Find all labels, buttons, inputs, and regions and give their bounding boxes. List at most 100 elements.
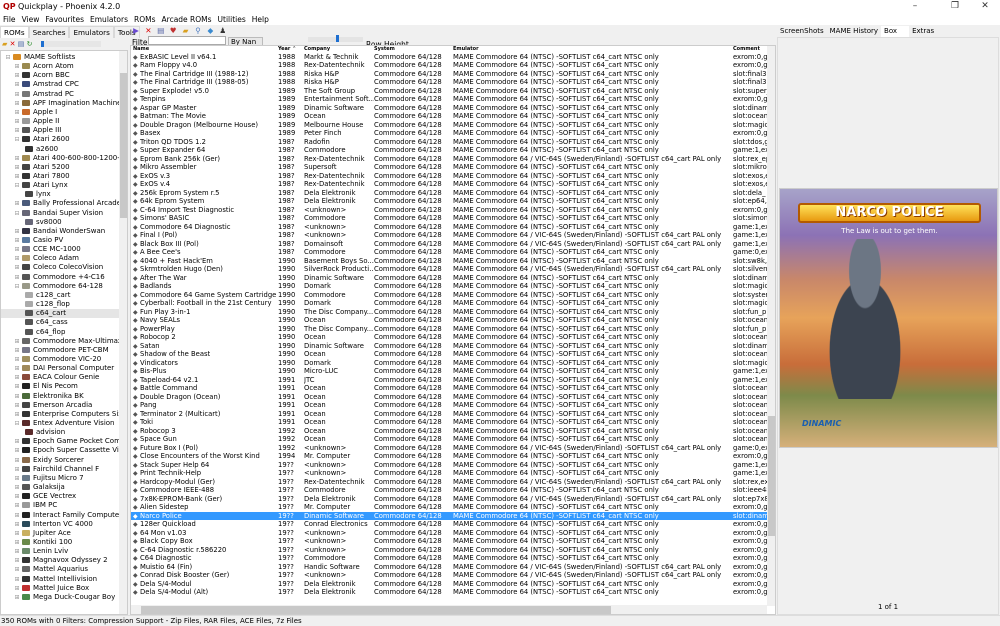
tree-item[interactable]: ⊞ Amstrad CPC [1, 80, 119, 89]
menu-help[interactable]: Help [252, 14, 269, 25]
tree-item[interactable]: sv8000 [1, 218, 119, 227]
tree-item[interactable]: ⊞ Lenin Lviv [1, 547, 119, 556]
column-header-emulator[interactable]: Emulator [453, 46, 731, 52]
table-row[interactable]: ◆ ExOS v.3 198? Rex-Datentechnik Commodore 6… [131, 172, 767, 181]
tree-item[interactable]: ⊞ Jupiter Ace [1, 529, 119, 538]
collapse-icon[interactable]: ⊟ [14, 181, 20, 190]
tree-item[interactable]: ⊞ Enterprise Computers Sixt... [1, 410, 127, 419]
expand-icon[interactable]: ⊞ [14, 520, 20, 529]
table-row[interactable]: ◆ Super Expander 64 198? Commodore Commodore… [131, 146, 767, 155]
expand-icon[interactable]: ⊞ [14, 556, 20, 565]
menu-view[interactable]: View [22, 14, 40, 25]
expand-icon[interactable]: ⊞ [14, 263, 20, 272]
table-row[interactable]: ◆ 128er Quickload 19?? Conrad Electronics Co… [131, 520, 767, 529]
table-row[interactable]: ◆ Narco Police 19?? Dinamic Software Commodo… [131, 511, 767, 520]
tree-item[interactable]: ⊞ DAI Personal Computer [1, 364, 119, 373]
expand-icon[interactable]: ⊞ [14, 483, 20, 492]
tree-item[interactable]: ⊞ Interton VC 4000 [1, 520, 119, 529]
expand-icon[interactable]: ⊞ [14, 401, 20, 410]
table-row[interactable]: ◆ Ram Floppy v4.0 1988 Rex-Datentechnik Comm… [131, 61, 767, 70]
table-row[interactable]: ◆ Future Box I (Pol) 1992 <unknown> Commodor… [131, 444, 767, 453]
rom-tree[interactable]: ⊞ Mega Duck-Cougar Boy ⊞ Mattel Juice Box ⊞ M… [0, 50, 128, 615]
tab-mame-history[interactable]: MAME History [826, 26, 882, 37]
table-row[interactable]: ◆ Commodore IEEE-488 19?? Commodore Commodor… [131, 486, 767, 495]
tree-item[interactable]: lynx [1, 190, 119, 199]
table-row[interactable]: ◆ Commodore 64 Game System Cartridge 1990 C… [131, 291, 767, 300]
table-row[interactable]: ◆ Hardcopy-Modul (Ger) 19?? Rex-Datentechni… [131, 478, 767, 487]
tree-item[interactable]: ⊞ IBM PC [1, 501, 119, 510]
tree-item[interactable]: ⊞ Apple III [1, 126, 119, 135]
expand-icon[interactable]: ⊞ [14, 172, 20, 181]
tree-item[interactable]: ⊞ Mattel Intellivision [1, 575, 119, 584]
tab-searches[interactable]: Searches [28, 26, 70, 38]
tree-item[interactable]: ⊞ Epoch Super Cassette Visi... [1, 446, 127, 455]
table-row[interactable]: ◆ Pang 1991 Ocean Commodore 64/128 MAME Commo… [131, 401, 767, 410]
open-folder-icon[interactable]: ▰ [181, 26, 191, 35]
table-row[interactable]: ◆ Toki 1991 Ocean Commodore 64/128 MAME Commo… [131, 418, 767, 427]
table-row[interactable]: ◆ Print Technik-Help 19?? <unknown> Commodor… [131, 469, 767, 478]
expand-icon[interactable]: ⊞ [14, 501, 20, 510]
tree-item[interactable]: a2600 [1, 145, 119, 154]
tree-item[interactable]: ⊞ Acorn Atom [1, 62, 119, 71]
folder-icon[interactable]: ▰ [2, 40, 7, 48]
column-header-year[interactable]: Year ⌃ [278, 46, 304, 52]
tree-item[interactable]: ⊞ Galaksija [1, 483, 119, 492]
table-row[interactable]: ◆ Robocop 2 1990 Ocean Commodore 64/128 MAME … [131, 333, 767, 342]
expand-icon[interactable]: ⊞ [14, 346, 20, 355]
table-row[interactable]: ◆ 256k Eprom System r.5 198? Dela Elektroni… [131, 189, 767, 198]
expand-icon[interactable]: ⊞ [14, 492, 20, 501]
close-button[interactable]: ✕ [970, 1, 1000, 13]
table-row[interactable]: ◆ A Bee Cee's 198? Commodore Commodore 64/12… [131, 248, 767, 257]
table-vscroll-thumb[interactable] [768, 416, 775, 536]
expand-icon[interactable]: ⊞ [14, 474, 20, 483]
tree-item[interactable]: ⊞ Kontiki 100 [1, 538, 119, 547]
table-row[interactable]: ◆ Robocop 3 1992 Ocean Commodore 64/128 MAME … [131, 427, 767, 436]
table-row[interactable]: ◆ Tapeload-64 v2.1 1991 JTC Commodore 64/128… [131, 376, 767, 385]
collapse-icon[interactable]: ⊟ [14, 209, 20, 218]
tree-item[interactable]: ⊞ Commodore Max-Ultimax [1, 337, 122, 346]
tree-item[interactable]: ⊞ CCE MC-1000 [1, 245, 119, 254]
expand-icon[interactable]: ⊞ [14, 236, 20, 245]
tree-item[interactable]: ⊞ Apple I [1, 108, 119, 117]
expand-icon[interactable]: ⊞ [14, 529, 20, 538]
tree-item[interactable]: ⊟ Bandai Super Vision [1, 209, 119, 218]
table-row[interactable]: ◆ Muistio 64 (Fin) 19?? Handic Software Comm… [131, 563, 767, 572]
table-row[interactable]: ◆ Double Dragon (Ocean) 1991 Ocean Commodore… [131, 393, 767, 402]
table-row[interactable]: ◆ Vindicators 1990 Domark Commodore 64/128 MA… [131, 359, 767, 368]
tree-item[interactable]: ⊞ Exidy Sorcerer [1, 456, 119, 465]
table-row[interactable]: ◆ Conrad Disk Booster (Ger) 19?? <unknown> C… [131, 571, 767, 580]
tree-item[interactable]: ⊞ Fujitsu Micro 7 [1, 474, 119, 483]
tree-item[interactable]: ⊟ MAME Softlists [1, 53, 119, 62]
table-row[interactable]: ◆ Final I (Pol) 198? <unknown> Commodore 64/… [131, 231, 767, 240]
table-row[interactable]: ◆ Satan 1990 Dinamic Software Commodore 64/1… [131, 342, 767, 351]
tree-item[interactable]: ⊟ Atari Lynx [1, 181, 119, 190]
table-row[interactable]: ◆ Fun Play 3-in-1 1990 The Disc Company... C… [131, 308, 767, 317]
tree-item[interactable]: ⊞ Epoch Game Pocket Com... [1, 437, 127, 446]
table-row[interactable]: ◆ Batman: The Movie 1989 Ocean Commodore 64/… [131, 112, 767, 121]
table-row[interactable]: ◆ Triton QD TDOS 1.2 198? Radofin Commodore … [131, 138, 767, 147]
table-row[interactable]: ◆ Commodore 64 Diagnostic 198? <unknown> Com… [131, 223, 767, 232]
table-row[interactable]: ◆ Skrmtrolden Hugo (Den) 1990 SilverRock Pr… [131, 265, 767, 274]
table-row[interactable]: ◆ ExBASIC Level II v64.1 1988 Markt & Techn… [131, 53, 767, 62]
tree-item[interactable]: ⊞ El Nis Pecom [1, 382, 119, 391]
tree-item[interactable]: ⊞ Bally Professional Arcade [1, 199, 121, 208]
table-row[interactable]: ◆ 64k Eprom System 198? Dela Elektronik Comm… [131, 197, 767, 206]
tree-item[interactable]: c128_cart [1, 291, 119, 300]
tab-box[interactable]: Box [881, 26, 910, 37]
table-row[interactable]: ◆ ExOS v.4 198? Rex-Datentechnik Commodore 6… [131, 180, 767, 189]
tree-item[interactable]: ⊞ Coleco Adam [1, 254, 119, 263]
expand-icon[interactable]: ⊞ [14, 80, 20, 89]
expand-icon[interactable]: ⊞ [14, 227, 20, 236]
expand-icon[interactable]: ⊞ [14, 254, 20, 263]
table-row[interactable]: ◆ C-64 Import Test Diagnostic 198? <unknown… [131, 206, 767, 215]
tab-extras[interactable]: Extras [909, 26, 938, 37]
menu-utilities[interactable]: Utilities [218, 14, 246, 25]
tree-item[interactable]: ⊞ Acorn BBC [1, 71, 119, 80]
expand-icon[interactable]: ⊞ [14, 382, 20, 391]
tree-item[interactable]: ⊞ Bandai WonderSwan [1, 227, 119, 236]
table-row[interactable]: ◆ 7x8K-EPROM-Bank (Ger) 19?? Dela Elektroni… [131, 495, 767, 504]
menu-arcade-roms[interactable]: Arcade ROMs [162, 14, 212, 25]
tree-item[interactable]: ⊟ Commodore 64-128 [1, 282, 119, 291]
table-row[interactable]: ◆ Super Explode! v5.0 1989 The Soft Group Co… [131, 87, 767, 96]
maximize-button[interactable]: ❐ [940, 1, 970, 13]
